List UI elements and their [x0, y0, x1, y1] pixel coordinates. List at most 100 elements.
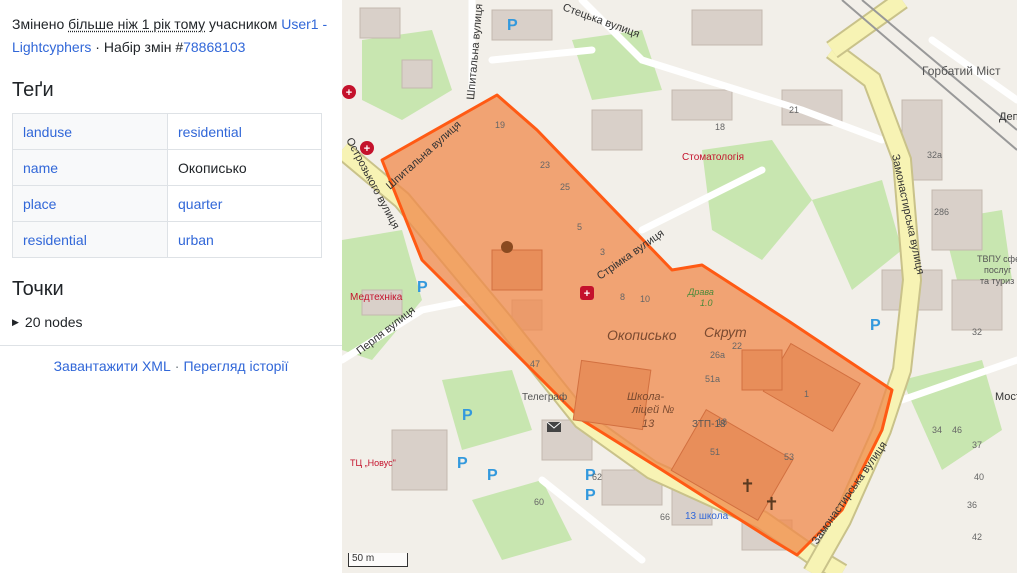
svg-text:40: 40 [974, 472, 984, 482]
scale-bar: 50 m [348, 553, 408, 567]
tag-key: name [12, 149, 168, 186]
changeset-label: Набір змін # [103, 39, 184, 55]
svg-text:та туриз: та туриз [980, 276, 1014, 286]
map-canvas[interactable]: + + + P P P P P P P P ✝ ✝ Стецька вулиця [342, 0, 1017, 573]
label-stomatology: Стоматологія [682, 152, 744, 163]
history-link[interactable]: Перегляд історії [183, 358, 288, 374]
svg-text:18: 18 [715, 122, 725, 132]
changed-time[interactable]: більше ніж 1 рік тому [68, 16, 205, 32]
tag-key-link[interactable]: place [23, 196, 56, 212]
svg-text:25: 25 [560, 182, 570, 192]
playground-icon [501, 241, 513, 253]
svg-text:+: + [364, 143, 370, 155]
svg-text:51: 51 [710, 447, 720, 457]
svg-text:60: 60 [534, 497, 544, 507]
parking-icon: P [585, 487, 596, 504]
tag-row: place quarter [12, 185, 322, 222]
svg-text:+: + [584, 288, 590, 300]
label-medtekhnika: Медтехніка [350, 292, 403, 303]
svg-text:32: 32 [972, 327, 982, 337]
label-school: Школа- [627, 391, 665, 403]
footer-separator: · [174, 358, 180, 374]
label-telegraph: Телеграф [522, 391, 567, 403]
svg-text:3: 3 [600, 247, 605, 257]
svg-text:10: 10 [640, 294, 650, 304]
parking-icon: P [457, 455, 468, 472]
tag-value: residential [167, 113, 322, 150]
parking-icon: P [870, 317, 881, 334]
svg-text:47: 47 [530, 359, 540, 369]
tag-key: residential [12, 221, 168, 258]
svg-text:22: 22 [732, 341, 742, 351]
svg-text:1.0: 1.0 [700, 298, 713, 308]
points-heading: Точки [12, 278, 64, 300]
label-most: Мосто [995, 391, 1017, 403]
svg-text:18: 18 [717, 417, 727, 427]
changed-by: учасником [209, 16, 278, 32]
parking-icon: P [487, 467, 498, 484]
tag-value: Окописько [167, 149, 322, 186]
parking-icon: P [507, 17, 518, 34]
changeset-link[interactable]: 78868103 [183, 39, 245, 55]
svg-text:8: 8 [620, 292, 625, 302]
tag-value: quarter [167, 185, 322, 222]
label-dep: Деп [999, 111, 1017, 123]
svg-text:23: 23 [540, 160, 550, 170]
hospital-icon: + [580, 286, 594, 300]
hospital-icon: + [342, 85, 356, 99]
svg-text:послуг: послуг [984, 265, 1012, 275]
tag-value-link[interactable]: residential [178, 124, 242, 140]
svg-text:32а: 32а [927, 150, 942, 160]
svg-text:37: 37 [972, 440, 982, 450]
church-icon: ✝ [740, 476, 755, 497]
label-tvpu: ТВПУ сфе [977, 254, 1017, 264]
svg-text:66: 66 [660, 512, 670, 522]
map-view[interactable]: + + + P P P P P P P P ✝ ✝ Стецька вулиця [342, 0, 1017, 573]
post-icon [546, 421, 562, 432]
tag-key: landuse [12, 113, 168, 150]
tag-value: urban [167, 221, 322, 258]
svg-text:13: 13 [642, 418, 655, 430]
tags-heading: Теґи [12, 79, 54, 101]
svg-text:+: + [346, 87, 352, 99]
sidebar: Змінено більше ніж 1 рік тому учасником … [0, 0, 342, 573]
divider [0, 345, 342, 346]
tag-key-link[interactable]: name [23, 160, 58, 176]
download-xml-link[interactable]: Завантажити XML [54, 358, 171, 374]
tag-key-link[interactable]: residential [23, 232, 87, 248]
nodes-count: 20 nodes [24, 314, 83, 330]
changed-separator: · [95, 39, 100, 55]
svg-text:ліцей №: ліцей № [631, 404, 674, 416]
label-school13: 13 школа [685, 511, 729, 522]
svg-text:286: 286 [934, 207, 949, 217]
tag-row: landuse residential [12, 113, 322, 150]
svg-text:36: 36 [967, 500, 977, 510]
parking-icon: P [462, 407, 473, 424]
label-drava: Драва [687, 287, 714, 297]
tag-key-link[interactable]: landuse [23, 124, 72, 140]
changed-prefix: Змінено [12, 16, 65, 32]
svg-text:42: 42 [972, 532, 982, 542]
svg-text:1: 1 [804, 389, 809, 399]
label-skrut: Скрут [704, 324, 747, 340]
svg-text:53: 53 [784, 452, 794, 462]
tag-key: place [12, 185, 168, 222]
label-okopysko: Окописько [607, 327, 677, 343]
svg-text:62: 62 [592, 472, 602, 482]
svg-text:34: 34 [932, 425, 942, 435]
changed-info: Змінено більше ніж 1 рік тому учасником … [12, 13, 330, 59]
nodes-disclosure[interactable]: ▶ 20 nodes [12, 314, 83, 330]
church-icon: ✝ [764, 494, 779, 515]
tag-value-link[interactable]: urban [178, 232, 214, 248]
svg-text:46: 46 [952, 425, 962, 435]
svg-text:5: 5 [577, 222, 582, 232]
tags-table: landuse residential name Окописько place… [12, 113, 322, 258]
label-novus: ТЦ „Новус" [350, 458, 396, 468]
svg-text:26а: 26а [710, 350, 725, 360]
caret-right-icon: ▶ [12, 316, 19, 327]
svg-text:19: 19 [495, 120, 505, 130]
label-gorbaty-mist: Горбатий Міст [922, 64, 1001, 78]
svg-text:21: 21 [789, 105, 799, 115]
sidebar-footer: Завантажити XML · Перегляд історії [0, 358, 342, 374]
tag-value-link[interactable]: quarter [178, 196, 222, 212]
